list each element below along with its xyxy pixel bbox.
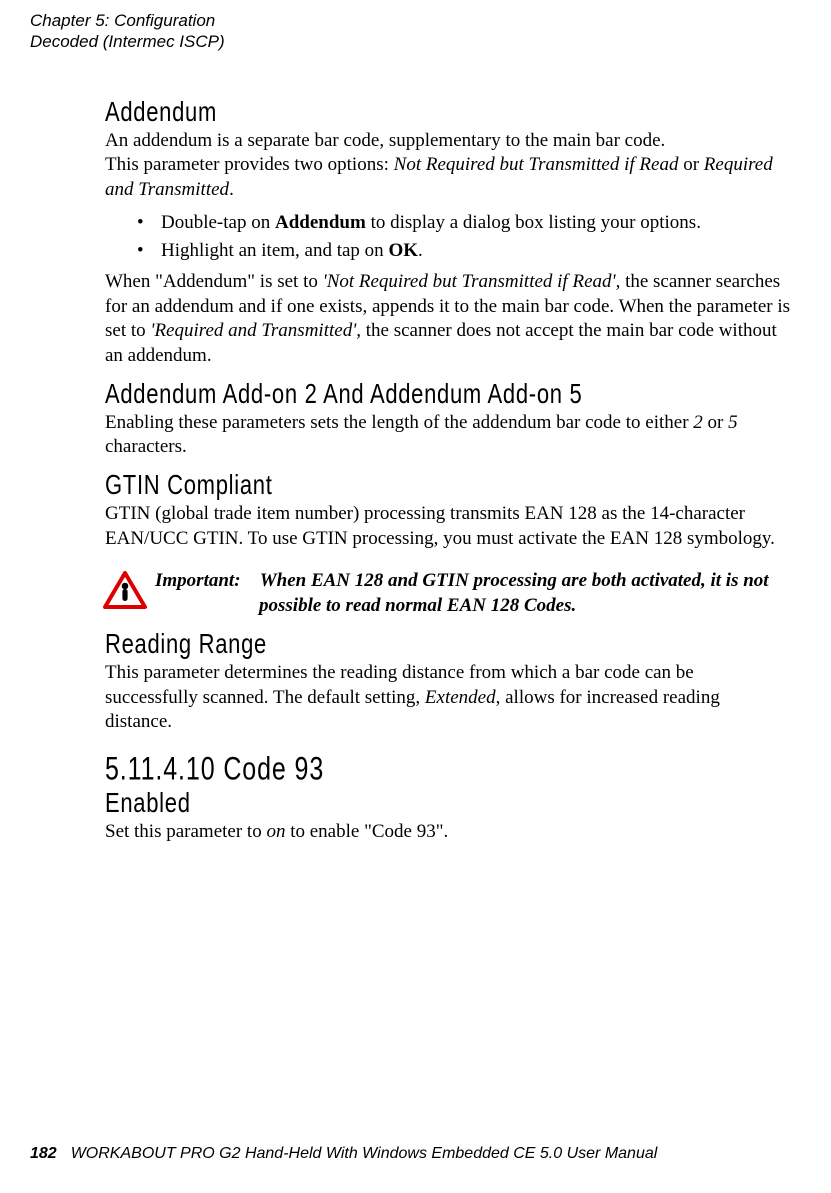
addon-c: characters. — [105, 436, 187, 457]
warning-icon — [103, 571, 147, 609]
bullet2-a: Highlight an item, and tap on — [161, 240, 388, 261]
bullet-item-doubletap: Double-tap on Addendum to display a dial… — [137, 211, 791, 236]
addendum-paragraph-2: When "Addendum" is set to 'Not Required … — [105, 270, 791, 369]
page-footer: 182 WORKABOUT PRO G2 Hand-Held With Windo… — [30, 1145, 657, 1163]
c93-on: on — [266, 821, 285, 842]
bullet2-b: OK — [388, 240, 418, 261]
c93-b: to enable "Code 93". — [285, 821, 448, 842]
addendum-p1a: An addendum is a separate bar code, supp… — [105, 130, 665, 151]
p2-a: When "Addendum" is set to — [105, 271, 323, 292]
bullet2-c: . — [418, 240, 423, 261]
important-block: Important: When EAN 128 and GTIN process… — [103, 569, 791, 618]
section-title-addon: Addendum Add-on 2 And Addendum Add-on 5 — [105, 377, 791, 410]
addendum-period: . — [229, 179, 234, 200]
p2-b: 'Not Required but Transmitted if Read', — [323, 271, 621, 292]
bullet1-b: Addendum — [275, 212, 366, 233]
footer-doc-title: WORKABOUT PRO G2 Hand-Held With Windows … — [71, 1145, 658, 1162]
addendum-or: or — [678, 154, 703, 175]
addendum-bullet-list: Double-tap on Addendum to display a dial… — [105, 211, 791, 264]
bullet-item-highlight: Highlight an item, and tap on OK. — [137, 239, 791, 264]
bullet1-c: to display a dialog box listing your opt… — [366, 212, 701, 233]
rr-ext: Extended — [425, 687, 496, 708]
chapter-line-2: Decoded (Intermec ISCP) — [30, 31, 791, 52]
section-title-gtin: GTIN Compliant — [105, 469, 791, 502]
addon-five: 5 — [728, 412, 738, 433]
section-title-enabled: Enabled — [105, 787, 791, 820]
addon-two: 2 — [693, 412, 703, 433]
important-line2: possible to read normal EAN 128 Codes. — [259, 594, 769, 619]
page-number: 182 — [30, 1145, 57, 1162]
important-label: Important: — [155, 569, 255, 594]
important-line1: When EAN 128 and GTIN processing are bot… — [260, 570, 769, 591]
gtin-paragraph: GTIN (global trade item number) processi… — [105, 502, 791, 551]
c93-a: Set this parameter to — [105, 821, 266, 842]
code93-paragraph: Set this parameter to on to enable "Code… — [105, 820, 791, 845]
important-text: Important: When EAN 128 and GTIN process… — [155, 569, 769, 618]
addon-b: or — [703, 412, 728, 433]
p2-d: 'Required and Transmitted', — [150, 320, 361, 341]
section-title-code93: 5.11.4.10 Code 93 — [105, 751, 791, 789]
addon-paragraph: Enabling these parameters sets the lengt… — [105, 411, 791, 460]
bullet1-a: Double-tap on — [161, 212, 275, 233]
section-title-addendum: Addendum — [105, 95, 791, 128]
addon-a: Enabling these parameters sets the lengt… — [105, 412, 693, 433]
reading-range-paragraph: This parameter determines the reading di… — [105, 661, 791, 735]
page: Chapter 5: Configuration Decoded (Interm… — [0, 0, 831, 1193]
section-title-reading-range: Reading Range — [105, 628, 791, 661]
addendum-p1b: This parameter provides two options: — [105, 154, 394, 175]
chapter-header: Chapter 5: Configuration Decoded (Interm… — [30, 10, 791, 53]
chapter-line-1: Chapter 5: Configuration — [30, 10, 791, 31]
content-area: Addendum An addendum is a separate bar c… — [105, 99, 791, 845]
addendum-opt1: Not Required but Transmitted if Read — [394, 154, 679, 175]
addendum-paragraph-1: An addendum is a separate bar code, supp… — [105, 129, 791, 203]
